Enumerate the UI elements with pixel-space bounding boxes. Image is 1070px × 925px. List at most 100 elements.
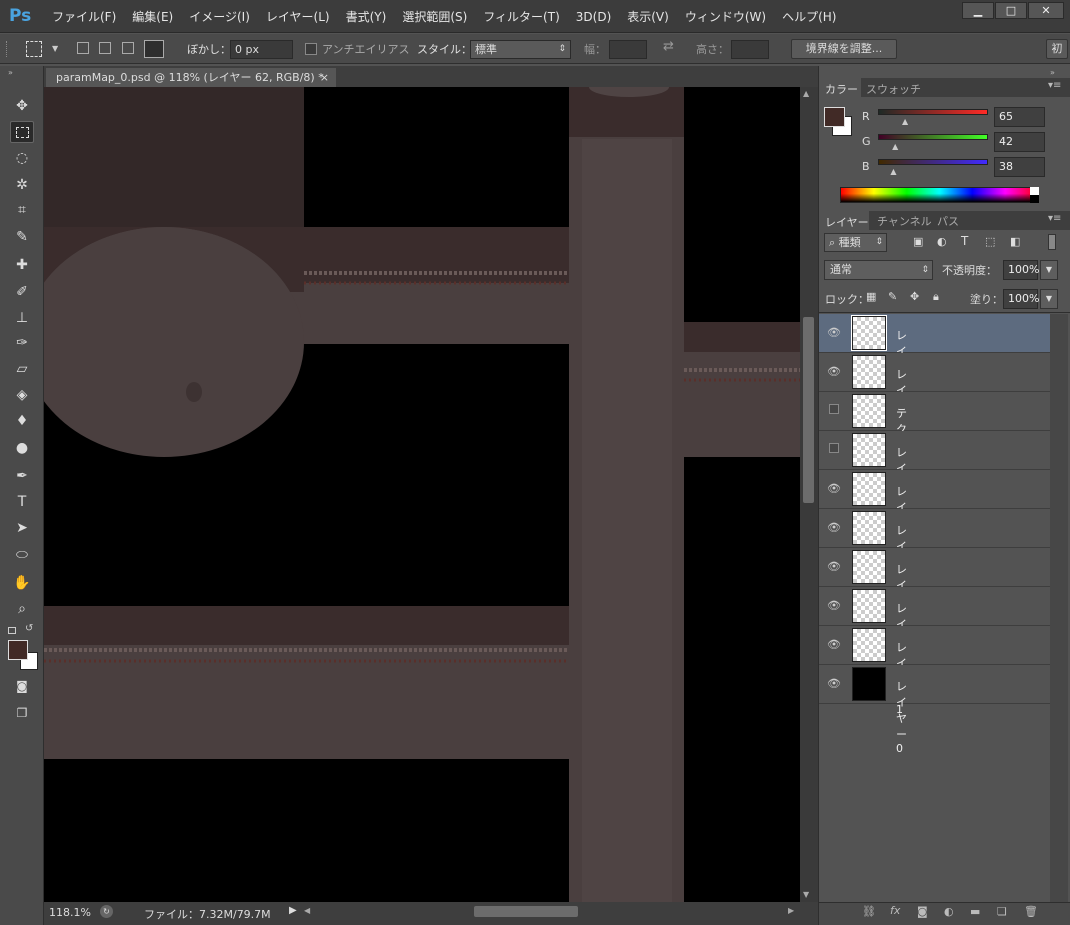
hand-tool-icon[interactable]: ✋ [10,572,34,594]
menu-type[interactable]: 書式(Y) [338,8,395,25]
scroll-up-icon[interactable]: ▲ [803,89,809,98]
stamp-tool-icon[interactable]: ⊥ [10,307,34,329]
filter-type-icon[interactable]: T [961,234,968,248]
channel-r-value[interactable]: 65 [994,107,1045,127]
menu-file[interactable]: ファイル(F) [44,8,124,25]
visibility-off-box[interactable] [826,443,842,456]
refine-edge-button[interactable]: 境界線を調整... [791,39,897,59]
dodge-tool-icon[interactable]: ● [10,437,34,459]
panel-fg-swatch[interactable] [824,107,845,127]
visibility-off-box[interactable] [826,404,842,417]
minimize-button[interactable]: ▁ [962,2,994,19]
blend-mode-select[interactable]: 通常 ⇕ [824,260,933,280]
vertical-scroll-thumb[interactable] [803,317,814,503]
layer-thumbnail[interactable] [852,394,886,428]
tab-paths[interactable]: パス [937,213,959,229]
close-button[interactable]: ✕ [1028,2,1064,19]
layer-thumbnail[interactable] [852,550,886,584]
antialias-checkbox[interactable] [305,43,317,55]
scroll-down-icon[interactable]: ▼ [803,890,809,899]
eye-icon[interactable]: 👁︎ [826,365,842,378]
menu-image[interactable]: イメージ(I) [181,8,258,25]
opacity-dropdown-icon[interactable]: ▼ [1040,260,1058,280]
link-layers-icon[interactable]: ⛓︎ [862,905,876,918]
spectrum-white-swatch[interactable] [1030,187,1039,195]
rect-marquee-preset-icon[interactable] [26,41,42,57]
menu-edit[interactable]: 編集(E) [124,8,181,25]
zoom-level[interactable]: 118.1% [49,906,91,919]
healing-brush-tool-icon[interactable]: ✚ [10,254,34,276]
horizontal-scroll-thumb[interactable] [474,906,578,917]
channel-b-slider[interactable] [878,159,988,165]
style-select[interactable]: 標準 ⇕ [470,40,571,59]
lock-all-icon[interactable]: 🔒︎ [933,290,939,304]
eyedropper-tool-icon[interactable]: ✎ [10,226,34,248]
filter-shape-icon[interactable]: ⬚ [985,235,995,248]
default-colors-icon[interactable] [8,627,16,634]
eye-icon[interactable]: 👁︎ [826,521,842,534]
menu-filter[interactable]: フィルター(T) [475,8,567,25]
pen-tool-icon[interactable]: ✒ [10,465,34,487]
quick-mask-icon[interactable]: ◙ [10,675,34,697]
channel-g-slider[interactable] [878,134,988,140]
fill-input[interactable]: 100% [1003,289,1039,309]
move-tool-icon[interactable]: ✥ [10,95,34,117]
eraser-tool-icon[interactable]: ▱ [10,358,34,380]
collapse-arrows-icon[interactable]: » [8,68,13,77]
color-panel-menu-icon[interactable]: ▾≡ [1048,80,1061,91]
status-menu-arrow-icon[interactable]: ▶ [289,905,297,916]
screen-mode-icon[interactable]: ❐ [10,702,34,724]
delete-layer-icon[interactable]: 🗑︎ [1024,905,1038,918]
fill-dropdown-icon[interactable]: ▼ [1040,289,1058,309]
spectrum-black-swatch[interactable] [1030,195,1039,203]
foreground-color-swatch[interactable] [8,640,28,660]
channel-g-value[interactable]: 42 [994,132,1045,152]
type-tool-icon[interactable]: T [10,491,34,513]
height-input[interactable] [731,40,769,59]
crop-tool-icon[interactable]: ⌗ [10,199,34,221]
layer-thumbnail[interactable] [852,511,886,545]
new-layer-icon[interactable]: ❏ [997,905,1007,918]
channel-r-thumb[interactable]: ▲ [902,117,908,126]
tab-color[interactable]: カラー [819,78,861,97]
tab-channels[interactable]: チャンネル [877,213,932,229]
layer-thumbnail[interactable] [852,472,886,506]
zoom-tool-icon[interactable]: ⌕ [10,598,34,620]
layer-thumbnail[interactable] [851,315,887,351]
lasso-tool-icon[interactable]: ◌ [10,147,34,169]
ellipse-tool-icon[interactable]: ⬭ [10,544,34,566]
document-tab[interactable]: paramMap_0.psd @ 118% (レイヤー 62, RGB/8) *… [46,68,336,87]
vertical-scrollbar[interactable]: ▲ ▼ [800,87,818,902]
adjustment-layer-icon[interactable]: ◐ [944,905,954,918]
lock-transparency-icon[interactable]: ▦ [866,290,876,303]
eye-icon[interactable]: 👁︎ [826,677,842,690]
intersect-selection-icon[interactable] [144,40,164,58]
channel-b-value[interactable]: 38 [994,157,1045,177]
scroll-left-icon[interactable]: ◀ [304,906,310,915]
tab-layers[interactable]: レイヤー [819,211,869,230]
layer-thumbnail[interactable] [852,589,886,623]
magic-wand-tool-icon[interactable]: ✲ [10,174,34,196]
maximize-button[interactable]: □ [995,2,1027,19]
menu-3d[interactable]: 3D(D) [568,10,619,24]
new-selection-icon[interactable] [77,42,89,54]
layer-thumbnail[interactable] [852,355,886,389]
color-spectrum-bar[interactable] [840,187,1039,203]
workspace-button[interactable]: 初 [1046,39,1068,59]
scroll-right-icon[interactable]: ▶ [788,906,794,915]
layers-panel-menu-icon[interactable]: ▾≡ [1048,213,1061,224]
blur-tool-icon[interactable]: ♦ [10,410,34,432]
subtract-selection-icon[interactable] [122,42,134,54]
tab-close-icon[interactable]: × [320,68,329,87]
opacity-input[interactable]: 100% [1003,260,1039,280]
add-mask-icon[interactable]: ◙ [917,905,928,918]
add-selection-icon[interactable] [99,42,111,54]
lock-pixels-icon[interactable]: ✎ [888,290,897,303]
menu-layer[interactable]: レイヤー(L) [258,8,338,25]
menu-help[interactable]: ヘルプ(H) [774,8,844,25]
channel-r-slider[interactable] [878,109,988,115]
swap-icon[interactable]: ⇄ [663,39,674,54]
filter-adjustment-icon[interactable]: ◐ [937,235,947,248]
tab-swatches[interactable]: スウォッチ [866,81,921,97]
document-canvas[interactable] [44,87,800,902]
